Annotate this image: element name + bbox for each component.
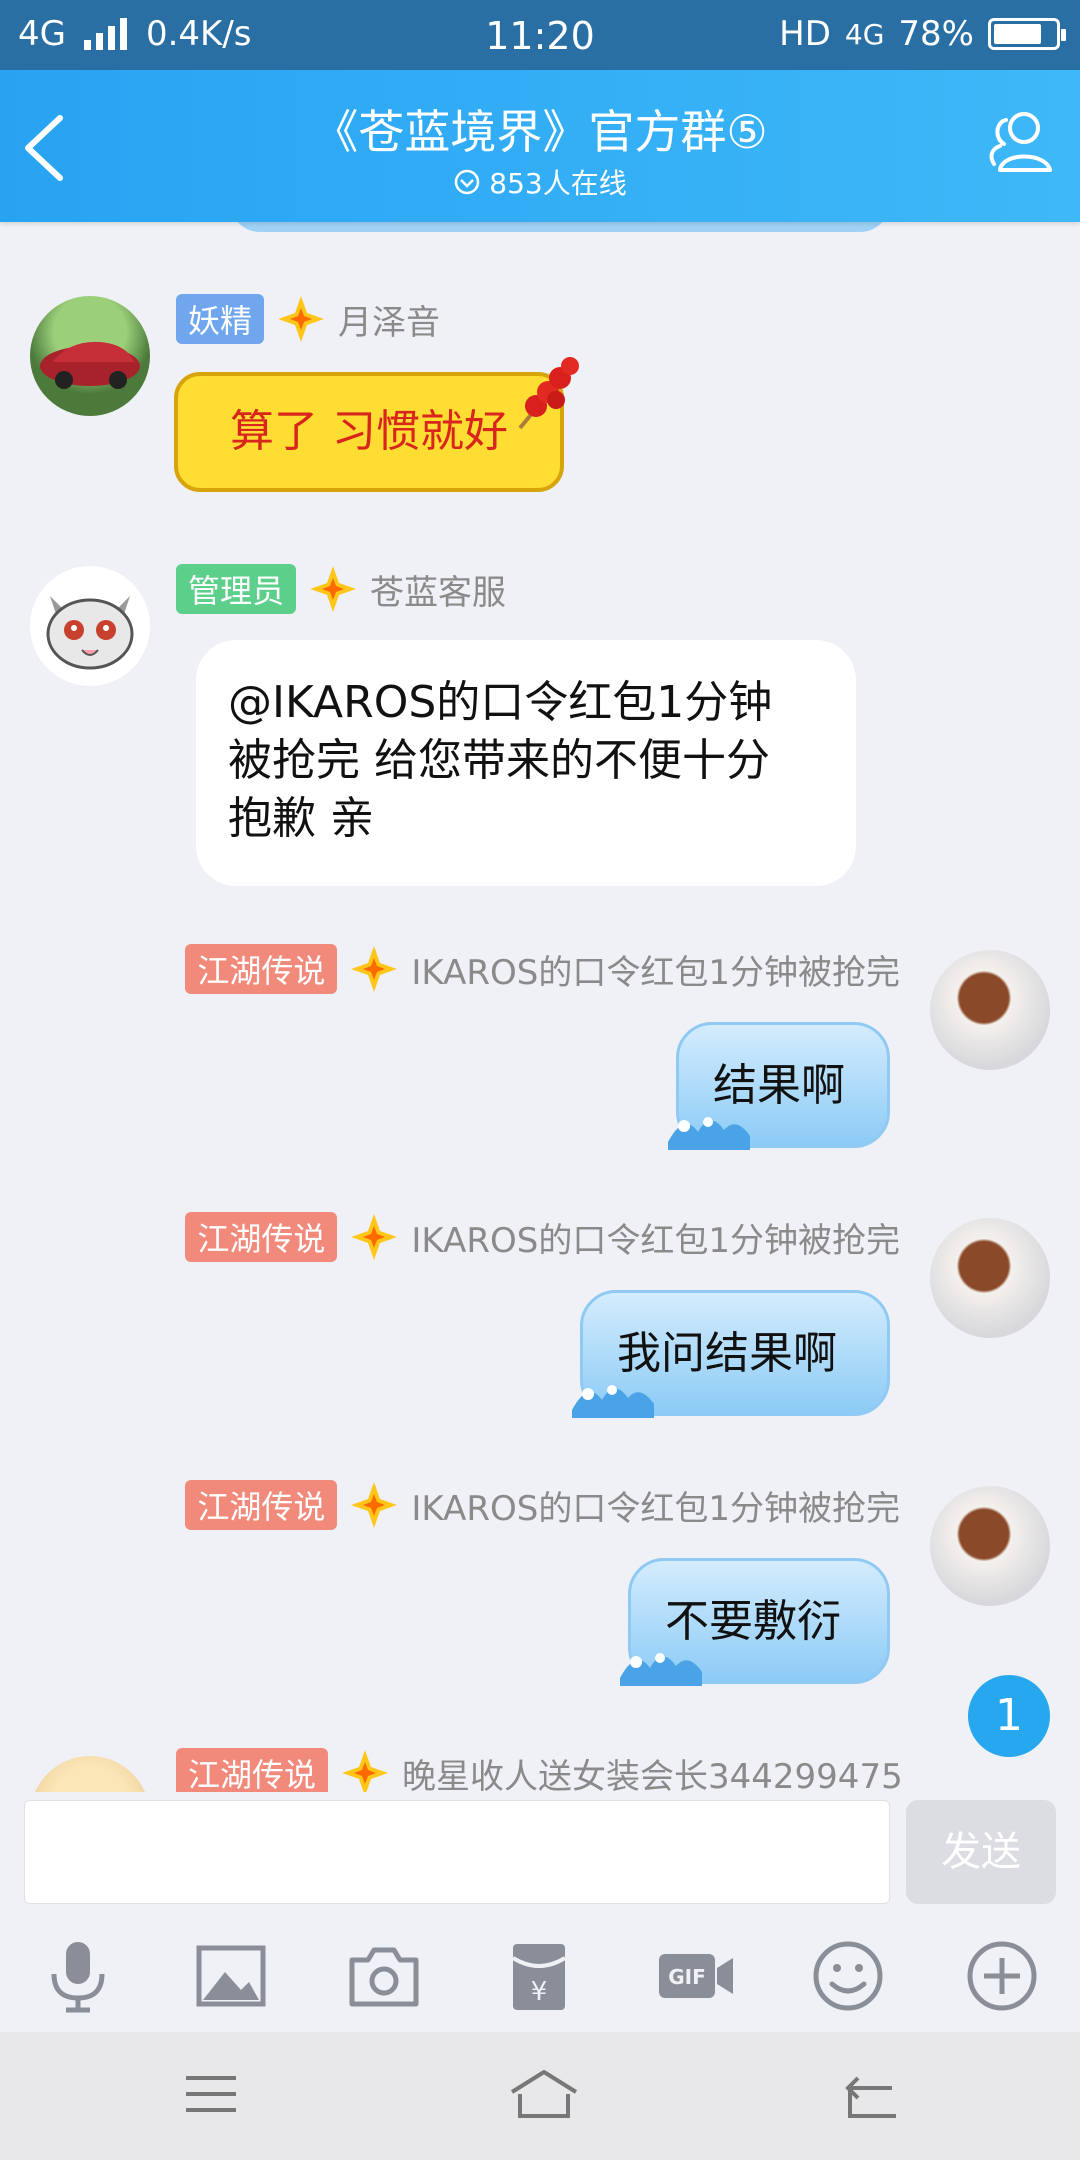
wave-decoration-icon bbox=[572, 1385, 654, 1418]
send-button[interactable]: 发送 bbox=[906, 1800, 1056, 1904]
sender-name[interactable]: 苍蓝客服 bbox=[370, 565, 506, 614]
red-packet-icon[interactable]: ¥ bbox=[499, 1936, 579, 2016]
member-badge: 妖精 bbox=[176, 294, 265, 344]
battery-icon bbox=[988, 18, 1066, 50]
member-badge: 江湖传说 bbox=[185, 944, 338, 994]
image-icon[interactable] bbox=[191, 1936, 271, 2016]
cat-image bbox=[46, 596, 134, 670]
net-type-label: 4G bbox=[844, 17, 885, 51]
level-star-icon bbox=[351, 946, 398, 992]
sender-name[interactable]: 月泽音 bbox=[338, 295, 440, 344]
avatar[interactable] bbox=[930, 950, 1050, 1070]
emoji-icon[interactable] bbox=[808, 1936, 888, 2016]
candied-haws-icon bbox=[518, 357, 579, 430]
message-text-line: @IKAROS的口令红包1分钟 bbox=[228, 677, 773, 728]
hd-label: HD bbox=[779, 14, 831, 54]
online-status: 853人在线 bbox=[0, 162, 1080, 202]
message-bubble[interactable]: @IKAROS的口令红包1分钟 被抢完 给您带来的不便十分 抱歉 亲 bbox=[196, 640, 856, 886]
menu-icon[interactable] bbox=[176, 2064, 246, 2124]
member-badge: 江湖传说 bbox=[185, 1212, 338, 1262]
online-count: 853人在线 bbox=[489, 167, 627, 200]
svg-text:GIF: GIF bbox=[668, 1965, 706, 1989]
group-members-icon[interactable] bbox=[980, 104, 1056, 180]
avatar[interactable] bbox=[30, 1756, 150, 1792]
home-icon[interactable] bbox=[503, 2064, 579, 2124]
sender-name[interactable]: 晚星收人送女装会长344299475 bbox=[402, 1749, 903, 1793]
microphone-icon[interactable] bbox=[38, 1936, 118, 2016]
previous-bubble-edge bbox=[230, 222, 890, 232]
status-bar: 4G 0.4K/s 11:20 HD 4G 78% bbox=[0, 0, 1080, 70]
level-star-icon bbox=[351, 1482, 398, 1528]
message-input[interactable] bbox=[24, 1800, 890, 1904]
level-star-icon bbox=[342, 1750, 389, 1792]
message-text-line: 抱歉 亲 bbox=[228, 793, 374, 844]
input-toolbar: ¥ GIF bbox=[0, 1912, 1080, 2032]
member-badge: 江湖传说 bbox=[185, 1480, 338, 1530]
level-star-icon bbox=[278, 296, 325, 342]
back-icon[interactable] bbox=[836, 2064, 906, 2124]
message-text-line: 被抢完 给您带来的不便十分 bbox=[228, 735, 770, 786]
chat-header: 《苍蓝境界》官方群⑤ 853人在线 bbox=[0, 70, 1080, 222]
svg-text:¥: ¥ bbox=[531, 1977, 548, 2007]
camera-icon[interactable] bbox=[344, 1936, 424, 2016]
avatar[interactable] bbox=[930, 1218, 1050, 1338]
car-image bbox=[40, 341, 140, 389]
input-bar: 发送 bbox=[0, 1792, 1080, 1912]
battery-percent: 78% bbox=[898, 14, 974, 54]
level-star-icon bbox=[310, 566, 357, 612]
sender-name[interactable]: IKAROS的口令红包1分钟被抢完 bbox=[411, 945, 900, 994]
system-nav-bar bbox=[0, 2032, 1080, 2160]
avatar[interactable] bbox=[930, 1486, 1050, 1606]
unread-count-badge[interactable]: 1 bbox=[968, 1675, 1050, 1757]
online-check-icon bbox=[455, 169, 480, 195]
message-bubble[interactable]: 算了 习惯就好 bbox=[174, 372, 564, 492]
plus-icon[interactable] bbox=[962, 1936, 1042, 2016]
sender-name[interactable]: IKAROS的口令红包1分钟被抢完 bbox=[411, 1481, 900, 1530]
message-text: 算了 习惯就好 bbox=[230, 406, 508, 457]
sender-name[interactable]: IKAROS的口令红包1分钟被抢完 bbox=[411, 1213, 900, 1262]
wave-decoration-icon bbox=[620, 1653, 702, 1686]
level-star-icon bbox=[351, 1214, 398, 1260]
member-badge: 江湖传说 bbox=[176, 1748, 329, 1792]
gif-icon[interactable]: GIF bbox=[652, 1936, 738, 2016]
message-list[interactable]: 妖精 月泽音 算了 习惯就好 管理员 苍蓝客服 @IKAROS的口令红包1分钟 … bbox=[0, 222, 1080, 1792]
avatar[interactable] bbox=[30, 296, 150, 416]
avatar[interactable] bbox=[30, 566, 150, 686]
member-badge: 管理员 bbox=[176, 564, 297, 614]
group-title[interactable]: 《苍蓝境界》官方群⑤ bbox=[0, 96, 1080, 162]
wave-decoration-icon bbox=[668, 1117, 750, 1150]
